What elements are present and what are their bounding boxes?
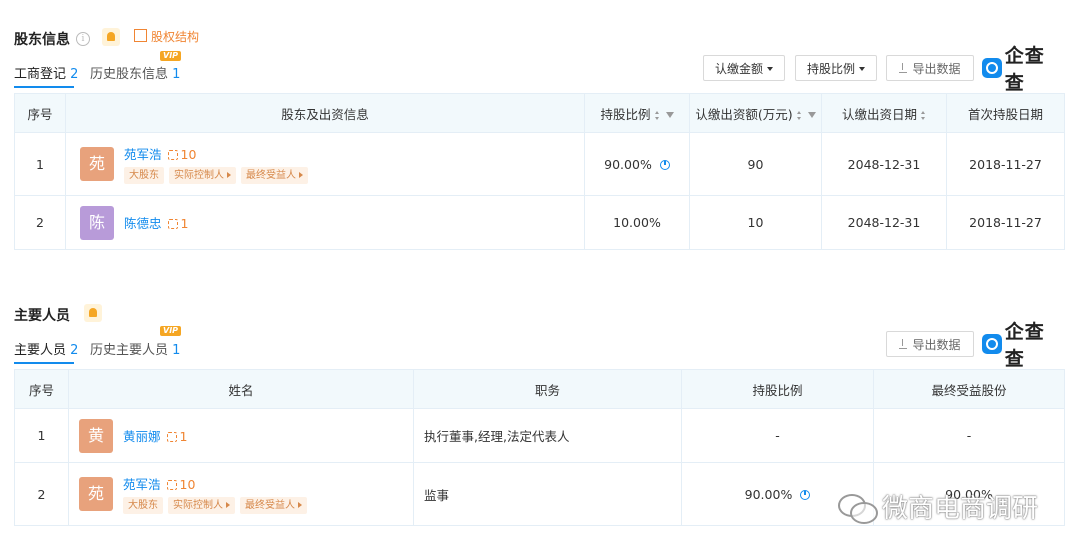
tab-business-registration[interactable]: 工商登记 2: [14, 63, 78, 82]
related-companies-link[interactable]: 1: [166, 429, 187, 444]
tag-major-shareholder: 大股东: [123, 497, 163, 514]
triangle-right-icon: [226, 502, 230, 508]
col-ratio[interactable]: 持股比例: [584, 93, 690, 133]
relation-icon: [167, 150, 178, 160]
ratio-filter-button[interactable]: 持股比例: [795, 55, 877, 81]
col-amount[interactable]: 认缴出资额(万元): [689, 93, 822, 133]
shareholders-section: 股东信息 i 股权结构 工商登记 2 历史股东信息 1 VIP 认缴金额 持股比…: [14, 0, 1065, 260]
col-position: 职务: [413, 369, 682, 409]
first-date-cell: 2018-11-27: [946, 195, 1065, 250]
ratio-cell: -: [681, 408, 874, 463]
avatar[interactable]: 苑: [80, 147, 114, 181]
qichacha-logo: 企查查: [982, 45, 1064, 94]
download-icon: [899, 63, 908, 73]
sort-icon[interactable]: [796, 110, 802, 120]
shareholders-table: 序号 股东及出资信息 持股比例 认缴出资额(万元) 认缴出资日期 首次持股日期 …: [14, 93, 1065, 250]
person-name-link[interactable]: 黄丽娜: [123, 429, 161, 444]
col-shareholder: 股东及出资信息: [65, 93, 585, 133]
triangle-right-icon: [298, 502, 302, 508]
tab-main-personnel[interactable]: 主要人员 2: [14, 339, 78, 358]
export-button[interactable]: 导出数据: [886, 55, 974, 81]
table-row: 2 陈 陈德忠 1 10.00% 10 2048-12-31 2018-11-27: [14, 195, 1065, 250]
relation-icon: [166, 480, 177, 490]
table-row: 1 苑 苑军浩 10 大股东 实际控制人 最终受益人 90.00% 90 2048…: [14, 132, 1065, 196]
first-date-cell: 2018-11-27: [946, 132, 1065, 196]
tab-history-personnel[interactable]: 历史主要人员 1: [90, 339, 180, 358]
col-sub-date[interactable]: 认缴出资日期: [821, 93, 947, 133]
position-cell: 监事: [413, 462, 682, 526]
position-cell: 执行董事,经理,法定代表人: [413, 408, 682, 463]
table-header: 序号 股东及出资信息 持股比例 认缴出资额(万元) 认缴出资日期 首次持股日期: [14, 93, 1065, 133]
col-first-date: 首次持股日期: [946, 93, 1065, 133]
sort-icon[interactable]: [921, 110, 926, 120]
tag-actual-controller[interactable]: 实际控制人: [168, 497, 235, 514]
structure-icon: [134, 29, 147, 42]
wechat-icon: [838, 492, 878, 524]
triangle-right-icon: [299, 172, 303, 178]
filter-icon[interactable]: [807, 111, 816, 118]
person-name-link[interactable]: 苑军浩: [124, 147, 162, 162]
row-index: 2: [14, 462, 69, 526]
qichacha-logo: 企查查: [982, 321, 1064, 370]
sort-icon[interactable]: [654, 110, 660, 120]
person-name-link[interactable]: 陈德忠: [124, 216, 162, 231]
row-index: 1: [14, 408, 69, 463]
col-ratio: 持股比例: [681, 369, 874, 409]
watermark: 微商电商调研: [838, 488, 1038, 525]
related-companies-link[interactable]: 1: [167, 216, 188, 231]
caret-down-icon: [859, 67, 865, 71]
benefit-cell: -: [873, 408, 1065, 463]
pie-chart-icon[interactable]: [659, 159, 670, 170]
export-button[interactable]: 导出数据: [886, 331, 974, 357]
caret-down-icon: [767, 67, 773, 71]
triangle-right-icon: [227, 172, 231, 178]
ratio-cell: 10.00%: [584, 195, 690, 250]
row-index: 2: [14, 195, 66, 250]
tag-actual-controller[interactable]: 实际控制人: [169, 167, 236, 184]
person-name-link[interactable]: 苑军浩: [123, 477, 161, 492]
amount-cell: 10: [689, 195, 822, 250]
col-benefit: 最终受益股份: [873, 369, 1065, 409]
tag-ultimate-beneficiary[interactable]: 最终受益人: [241, 167, 308, 184]
relation-icon: [167, 219, 178, 229]
related-companies-link[interactable]: 10: [166, 477, 195, 492]
sub-date-cell: 2048-12-31: [821, 195, 947, 250]
table-row: 1 黄 黄丽娜 1 执行董事,经理,法定代表人 - -: [14, 408, 1065, 463]
sub-date-cell: 2048-12-31: [821, 132, 947, 196]
relation-icon: [166, 432, 177, 442]
tag-ultimate-beneficiary[interactable]: 最终受益人: [240, 497, 307, 514]
ratio-cell: 90.00%: [584, 132, 690, 196]
avatar[interactable]: 陈: [80, 205, 114, 240]
bell-icon[interactable]: [84, 304, 102, 322]
active-tab-underline: [14, 362, 74, 364]
col-index: 序号: [14, 93, 66, 133]
pie-chart-icon[interactable]: [800, 489, 811, 500]
row-index: 1: [14, 132, 66, 196]
table-header: 序号 姓名 职务 持股比例 最终受益股份: [14, 369, 1065, 409]
equity-structure-link[interactable]: 股权结构: [134, 28, 199, 45]
filter-icon[interactable]: [665, 111, 674, 118]
qichacha-logo-icon: [982, 58, 1002, 78]
related-companies-link[interactable]: 10: [167, 147, 196, 162]
vip-badge: VIP: [160, 51, 182, 61]
tag-major-shareholder: 大股东: [124, 167, 164, 184]
section-title: 股东信息: [14, 32, 70, 48]
qichacha-logo-icon: [982, 334, 1002, 354]
col-name: 姓名: [68, 369, 414, 409]
avatar[interactable]: 苑: [79, 477, 113, 511]
info-icon[interactable]: i: [76, 32, 90, 46]
download-icon: [899, 339, 908, 349]
active-tab-underline: [14, 86, 74, 88]
avatar[interactable]: 黄: [79, 418, 113, 453]
col-index: 序号: [14, 369, 69, 409]
amount-cell: 90: [689, 132, 822, 196]
bell-icon[interactable]: [102, 28, 120, 46]
vip-badge: VIP: [160, 326, 182, 336]
section-title: 主要人员: [14, 308, 70, 324]
amount-filter-button[interactable]: 认缴金额: [703, 55, 785, 81]
tab-history-shareholders[interactable]: 历史股东信息 1: [90, 63, 180, 82]
